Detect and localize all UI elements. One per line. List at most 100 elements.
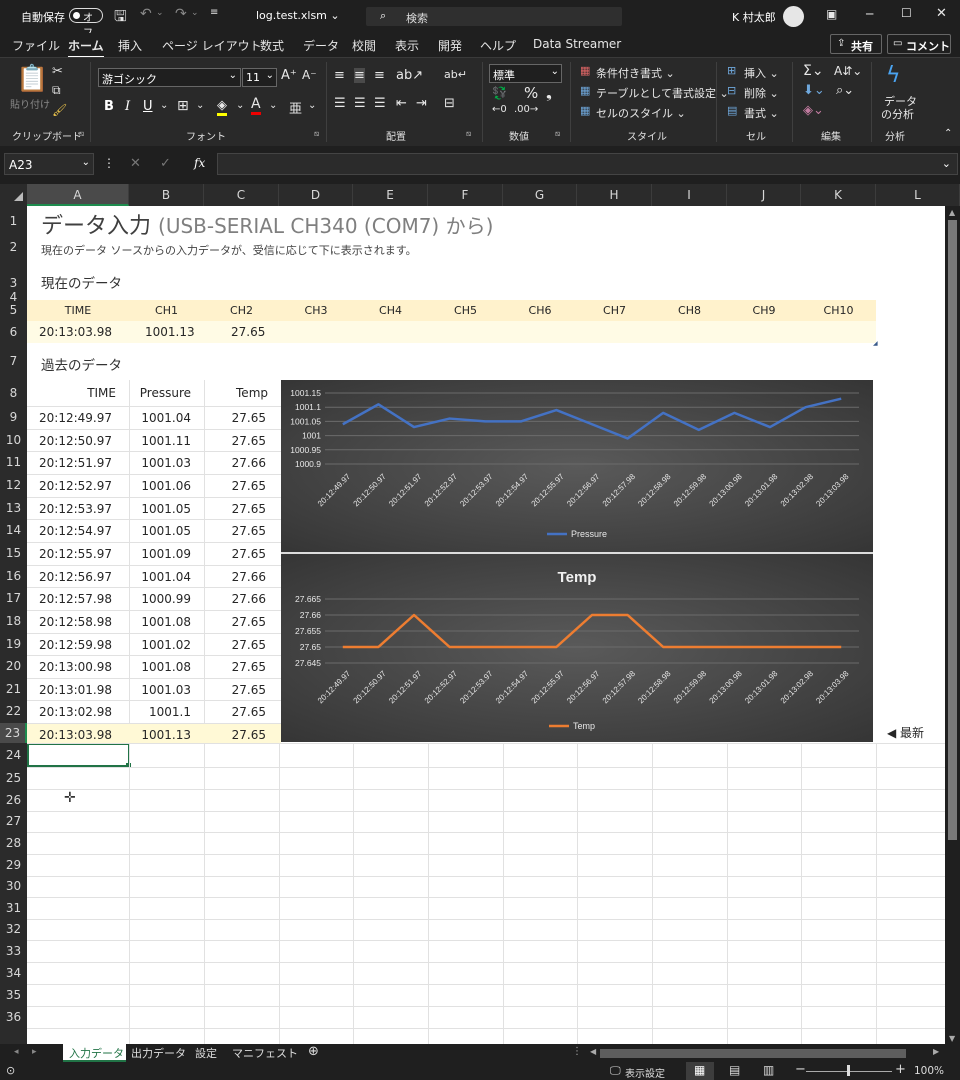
column-header-h[interactable]: H [577, 184, 652, 206]
row-header-11[interactable]: 11 [0, 451, 27, 474]
redo-icon[interactable]: ↷ [175, 6, 187, 22]
scroll-up-icon[interactable]: ▲ [949, 208, 955, 217]
number-format-select[interactable]: 標準 ⌄ [489, 64, 562, 83]
name-box[interactable]: A23 ⌄ [4, 153, 94, 175]
history-time-cell[interactable]: 20:12:55.97 [39, 547, 112, 561]
fill-color-icon[interactable]: ◈ [217, 98, 227, 116]
tab-formulas[interactable]: 数式 [260, 37, 284, 54]
align-center-icon[interactable]: ☰ [354, 96, 366, 111]
current-time-cell[interactable]: 20:13:03.98 [39, 325, 112, 339]
maximize-icon[interactable]: ☐ [901, 6, 912, 20]
format-as-table-button[interactable]: テーブルとして書式設定 ⌄ [596, 85, 729, 101]
row-header-14[interactable]: 14 [0, 519, 27, 542]
history-pressure-cell[interactable]: 1001.08 [129, 660, 191, 674]
font-color-dropdown-icon[interactable]: ⌄ [269, 100, 277, 111]
row-header-6[interactable]: 6 [0, 321, 27, 343]
column-header-c[interactable]: C [204, 184, 279, 206]
history-pressure-cell[interactable]: 1001.08 [129, 615, 191, 629]
history-time-cell[interactable]: 20:12:54.97 [39, 524, 112, 538]
row-header-9[interactable]: 9 [0, 406, 27, 429]
history-pressure-cell[interactable]: 1001.04 [129, 570, 191, 584]
autosave-toggle[interactable]: オフ [69, 8, 103, 39]
row-header-31[interactable]: 31 [0, 897, 27, 919]
row-header-16[interactable]: 16 [0, 565, 27, 587]
expand-formula-icon[interactable]: ⌄ [942, 157, 951, 170]
border-icon[interactable]: ⊞ [177, 98, 189, 114]
ribbon-display-icon[interactable]: ▣ [826, 7, 837, 21]
file-name[interactable]: log.test.xlsm ⌄ [256, 9, 340, 22]
row-header-20[interactable]: 20 [0, 655, 27, 678]
add-sheet-icon[interactable]: ⊕ [308, 1044, 319, 1059]
underline-dropdown-icon[interactable]: ⌄ [160, 100, 168, 111]
sheet-tab-input[interactable]: 入力データ [63, 1044, 126, 1062]
tab-data-streamer[interactable]: Data Streamer [533, 37, 621, 51]
clear-icon[interactable]: ◈⌄ [803, 103, 824, 118]
history-time-cell[interactable]: 20:12:58.98 [39, 615, 112, 629]
history-time-cell[interactable]: 20:12:49.97 [39, 411, 112, 425]
column-header-f[interactable]: F [428, 184, 503, 206]
current-ch2-cell[interactable]: 27.65 [231, 325, 265, 339]
zoom-out-icon[interactable]: − [795, 1062, 806, 1077]
history-time-cell[interactable]: 20:12:59.98 [39, 638, 112, 652]
history-pressure-cell[interactable]: 1001.11 [129, 434, 191, 448]
align-bottom-icon[interactable]: ≡ [374, 68, 385, 83]
align-right-icon[interactable]: ☰ [374, 96, 386, 111]
decrease-font-icon[interactable]: A⁻ [302, 68, 317, 82]
row-header-8[interactable]: 8 [0, 380, 27, 406]
decrease-decimal-icon[interactable]: .00→ [514, 104, 538, 115]
align-top-icon[interactable]: ≡ [334, 68, 345, 83]
alignment-launcher-icon[interactable]: ⧅ [466, 129, 471, 139]
table-resize-handle[interactable]: ◢ [873, 340, 878, 347]
history-pressure-cell[interactable]: 1001.02 [129, 638, 191, 652]
scroll-thumb[interactable] [948, 220, 957, 840]
increase-indent-icon[interactable]: ⇥ [416, 96, 427, 111]
minimize-icon[interactable]: ─ [866, 7, 873, 21]
column-header-l[interactable]: L [876, 184, 960, 206]
merge-center-icon[interactable]: ⊟ [444, 96, 455, 111]
row-header-21[interactable]: 21 [0, 678, 27, 700]
column-header-d[interactable]: D [279, 184, 353, 206]
column-header-g[interactable]: G [503, 184, 577, 206]
row-header-27[interactable]: 27 [0, 811, 27, 832]
more-icon[interactable]: ⋮ [103, 156, 115, 170]
history-temp-cell[interactable]: 27.65 [204, 502, 266, 516]
font-launcher-icon[interactable]: ⧅ [314, 129, 319, 139]
sheet-tab-manifest[interactable]: マニフェスト [232, 1045, 298, 1061]
number-launcher-icon[interactable]: ⧅ [555, 129, 560, 139]
row-header-5[interactable]: 5 [0, 300, 27, 321]
tab-review[interactable]: 校閲 [352, 37, 376, 54]
tab-home[interactable]: ホーム [68, 37, 104, 58]
normal-view-button[interactable]: ▦ [686, 1062, 714, 1080]
history-pressure-cell[interactable]: 1001.06 [129, 479, 191, 493]
tab-data[interactable]: データ [303, 37, 339, 54]
phonetic-dropdown-icon[interactable]: ⌄ [308, 100, 316, 111]
zoom-in-icon[interactable]: + [895, 1062, 906, 1077]
column-header-k[interactable]: K [801, 184, 876, 206]
row-header-36[interactable]: 36 [0, 1006, 27, 1028]
copy-icon[interactable]: ⧉ [52, 83, 61, 98]
border-dropdown-icon[interactable]: ⌄ [196, 100, 204, 111]
bold-button[interactable]: B [104, 99, 114, 114]
display-settings-button[interactable]: 表示設定 [625, 1065, 665, 1080]
autosum-icon[interactable]: Σ⌄ [803, 63, 824, 79]
avatar[interactable] [783, 6, 804, 27]
row-header-3[interactable]: 3 [0, 258, 27, 294]
row-header-33[interactable]: 33 [0, 940, 27, 962]
conditional-format-button[interactable]: 条件付き書式 ⌄ [596, 65, 675, 81]
scroll-down-icon[interactable]: ▼ [949, 1034, 955, 1043]
cancel-icon[interactable]: ✕ [130, 156, 141, 171]
paste-icon[interactable]: 📋 [16, 64, 48, 94]
prev-sheet-icon[interactable]: ◂ [14, 1047, 19, 1057]
row-header-29[interactable]: 29 [0, 854, 27, 876]
history-time-cell[interactable]: 20:13:03.98 [39, 728, 112, 742]
column-header-j[interactable]: J [727, 184, 801, 206]
increase-decimal-icon[interactable]: ←0 [492, 104, 507, 115]
find-select-icon[interactable]: ⌕⌄ [836, 83, 854, 98]
analyze-data-icon[interactable]: ϟ [886, 63, 901, 88]
history-pressure-cell[interactable]: 1001.04 [129, 411, 191, 425]
row-header-7[interactable]: 7 [0, 343, 27, 380]
analyze-data-label-2[interactable]: の分析 [881, 106, 914, 122]
delete-cells-button[interactable]: 削除 ⌄ [744, 85, 779, 101]
history-time-cell[interactable]: 20:12:52.97 [39, 479, 112, 493]
row-header-15[interactable]: 15 [0, 542, 27, 565]
